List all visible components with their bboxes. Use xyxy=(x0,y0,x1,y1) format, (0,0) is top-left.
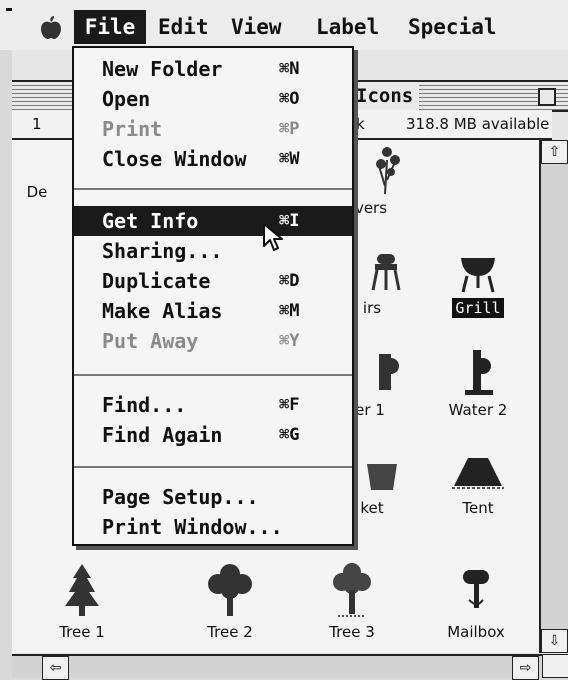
menu-item-page-setup[interactable]: Page Setup... xyxy=(74,482,352,512)
icon-item[interactable]: Water 2 xyxy=(428,348,528,420)
menu-special[interactable]: Special xyxy=(402,10,503,44)
icon-item[interactable]: Tent xyxy=(428,450,528,518)
menu-item-new-folder[interactable]: New Folder ⌘N xyxy=(74,54,352,84)
scroll-down-arrow-icon[interactable]: ⇩ xyxy=(541,629,568,653)
icon-item[interactable]: Tree 1 xyxy=(32,560,132,642)
arrow-cursor-icon xyxy=(263,223,283,251)
menu-item-print: Print ⌘P xyxy=(102,117,300,141)
icon-label: er 1 xyxy=(355,401,385,419)
horizontal-scrollbar[interactable]: ⇦ ⇨ xyxy=(12,654,542,680)
basket-icon xyxy=(367,464,397,490)
menu-bar: File Edit View Label Special xyxy=(0,0,568,50)
icon-label: irs xyxy=(362,299,382,317)
menu-view[interactable]: View xyxy=(225,10,288,44)
apple-icon[interactable] xyxy=(38,14,64,40)
scroll-right-arrow-icon[interactable]: ⇨ xyxy=(512,656,539,680)
resize-handle-icon[interactable] xyxy=(542,654,568,678)
menu-item-sharing[interactable]: Sharing... xyxy=(74,236,352,266)
screen-corner xyxy=(6,8,12,11)
icon-label: Grill xyxy=(452,298,504,318)
icon-label: Tree 2 xyxy=(207,623,253,641)
scroll-left-arrow-icon[interactable]: ⇦ xyxy=(42,656,69,680)
menu-separator xyxy=(74,188,352,190)
icon-item[interactable]: Grill xyxy=(428,246,528,318)
icon-label: De xyxy=(26,183,48,201)
item-count: 1 xyxy=(32,115,42,133)
icon-label: Tree 3 xyxy=(329,623,375,641)
grill-icon xyxy=(461,258,495,293)
menu-edit[interactable]: Edit xyxy=(152,10,215,44)
menu-separator xyxy=(74,374,352,376)
icon-label: Tent xyxy=(462,499,494,517)
icon-item[interactable]: Tree 2 xyxy=(180,560,280,642)
water-icon xyxy=(379,354,399,390)
file-menu-dropdown: New Folder ⌘N Open ⌘O Print ⌘P Close Win… xyxy=(72,46,354,546)
icon-label: Tree 1 xyxy=(59,623,105,641)
tree-icon xyxy=(208,564,252,616)
tent-icon xyxy=(452,458,504,489)
menu-item-print-window[interactable]: Print Window... xyxy=(74,512,352,542)
icon-label: Mailbox xyxy=(447,623,505,641)
menu-item-find-again[interactable]: Find Again ⌘G xyxy=(74,420,352,450)
menu-item-make-alias[interactable]: Make Alias ⌘M xyxy=(74,296,352,326)
menu-item-get-info[interactable]: Get Info ⌘I xyxy=(74,206,352,236)
menu-item-open[interactable]: Open ⌘O xyxy=(74,84,352,114)
menu-file[interactable]: File xyxy=(74,10,146,44)
menu-item-find[interactable]: Find... ⌘F xyxy=(74,390,352,420)
flowers-icon xyxy=(376,147,400,195)
scroll-up-arrow-icon[interactable]: ⇧ xyxy=(541,140,568,164)
tree-icon xyxy=(65,564,99,616)
zoom-box-icon[interactable] xyxy=(538,88,556,106)
menu-item-put-away: Put Away ⌘Y xyxy=(102,329,300,353)
icon-label: Water 2 xyxy=(448,401,508,419)
menu-separator xyxy=(74,466,352,468)
vertical-scrollbar[interactable]: ⇧ ⇩ xyxy=(541,140,568,653)
menu-item-duplicate[interactable]: Duplicate ⌘D xyxy=(74,266,352,296)
tree-icon xyxy=(333,563,371,617)
icon-item[interactable]: Mailbox xyxy=(426,560,526,642)
icon-item[interactable]: Tree 3 xyxy=(302,560,402,642)
menu-item-close-window[interactable]: Close Window ⌘W xyxy=(74,144,352,174)
menu-label[interactable]: Label xyxy=(310,10,385,44)
icon-label: ket xyxy=(360,499,384,517)
available-space: 318.8 MB available xyxy=(406,115,550,133)
water-fountain-icon xyxy=(465,350,493,395)
chairs-icon xyxy=(371,254,401,291)
icon-label: vers xyxy=(354,199,388,217)
window-title: Icons xyxy=(350,82,420,110)
mailbox-icon xyxy=(463,570,489,608)
